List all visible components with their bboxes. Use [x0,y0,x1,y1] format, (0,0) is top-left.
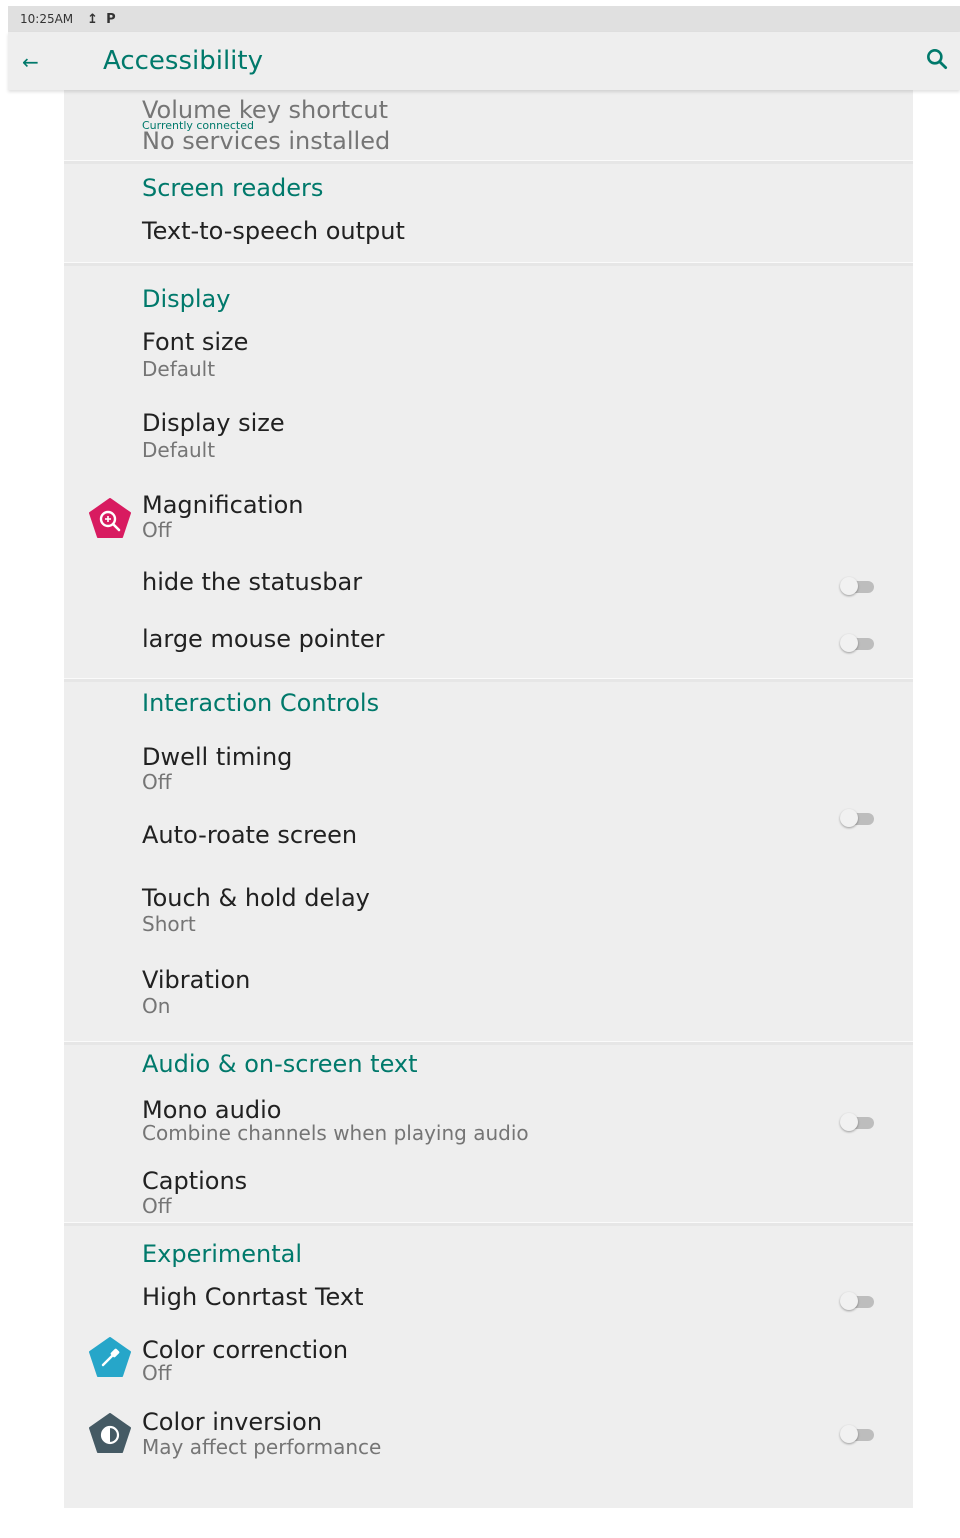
color-correction-title: Color correnction [142,1336,349,1364]
captions-title: Captions [142,1167,248,1195]
touch-hold-delay-summary: Short [142,912,196,936]
status-time: 10:25AM [20,12,74,26]
arrow-back-icon[interactable]: ← [22,50,39,74]
dwell-timing-title: Dwell timing [142,743,293,771]
touch-hold-delay-title: Touch & hold delay [142,884,370,912]
dwell-timing-summary: Off [142,770,172,794]
color-inversion-switch[interactable] [840,1425,876,1443]
font-size-title: Font size [142,328,249,356]
captions-summary: Off [142,1194,172,1218]
vibration-title: Vibration [142,966,251,994]
magnification-summary: Off [142,518,172,542]
upload-icon: ↥ [87,11,99,27]
audio-header: Audio & on-screen text [142,1050,418,1078]
page-title: Accessibility [103,46,263,76]
auto-rotate-switch[interactable] [840,809,876,827]
mono-audio-switch[interactable] [840,1113,876,1131]
experimental-header: Experimental [142,1240,303,1268]
magnifier-plus-icon [89,498,131,538]
section-divider [64,262,913,266]
interaction-controls-header: Interaction Controls [142,689,380,717]
section-divider [64,1222,913,1226]
display-size-title: Display size [142,409,285,437]
section-divider [64,1041,913,1045]
high-contrast-switch[interactable] [840,1292,876,1310]
display-size-summary: Default [142,438,216,462]
eyedropper-icon [89,1337,131,1377]
status-bar: 10:25AM ↥ P [8,6,960,32]
hide-statusbar-title: hide the statusbar [142,568,363,596]
app-bar: ← Accessibility [8,32,960,90]
color-inversion-title: Color inversion [142,1408,323,1436]
no-services-label: No services installed [142,127,391,155]
large-pointer-title: large mouse pointer [142,625,385,653]
color-correction-summary: Off [142,1361,172,1385]
large-pointer-switch[interactable] [840,634,876,652]
hide-statusbar-switch[interactable] [840,577,876,595]
magnification-title: Magnification [142,491,304,519]
color-inversion-summary: May affect performance [142,1435,382,1459]
auto-rotate-title: Auto-roate screen [142,821,358,849]
vibration-summary: On [142,994,171,1018]
mono-audio-title: Mono audio [142,1096,282,1124]
font-size-summary: Default [142,357,216,381]
section-divider [64,678,913,682]
search-icon[interactable] [924,46,950,72]
section-divider [64,160,913,164]
parking-icon: P [106,11,116,27]
half-circle-icon [89,1413,131,1453]
mono-audio-summary: Combine channels when playing audio [142,1121,529,1145]
screen-readers-header: Screen readers [142,174,324,202]
tts-output-title: Text-to-speech output [142,217,405,245]
high-contrast-title: High Conrtast Text [142,1283,364,1311]
display-header: Display [142,285,231,313]
